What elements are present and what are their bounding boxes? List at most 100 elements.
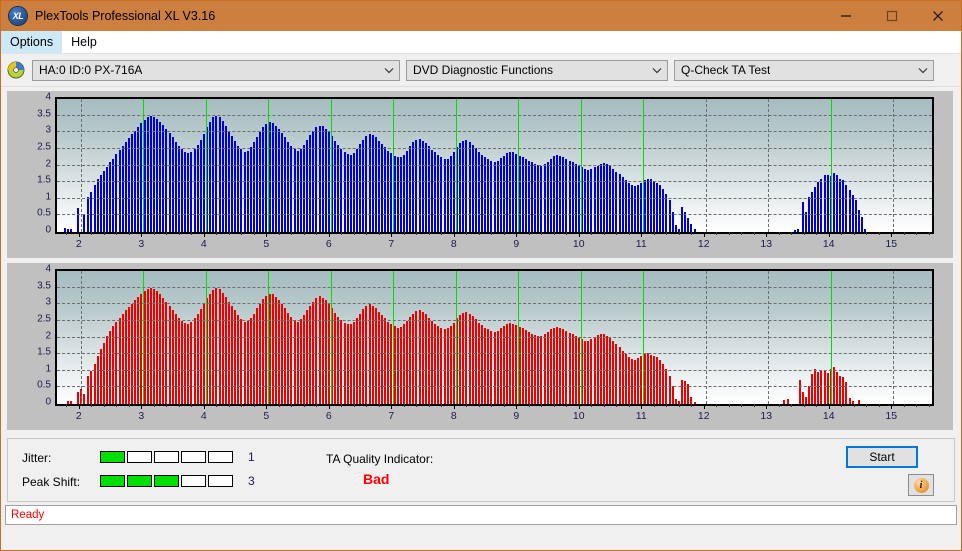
chart-bar <box>246 150 249 232</box>
chart-bar <box>427 146 430 232</box>
x-tick <box>641 404 643 409</box>
chart-bar <box>115 153 118 232</box>
chart-bar <box>659 360 662 404</box>
x-tick-minor <box>478 404 480 407</box>
chart-bar <box>565 330 568 404</box>
gridline-horizontal <box>57 131 932 133</box>
y-tick-label: 2 <box>45 158 51 169</box>
chart-bar <box>324 300 327 404</box>
chart-bar <box>421 140 424 232</box>
chart-bar <box>437 154 440 232</box>
chart-bar <box>371 134 374 232</box>
chart-bar <box>377 311 380 404</box>
jitter-meter <box>100 451 233 463</box>
toolbar: HA:0 ID:0 PX-716A DVD Diagnostic Functio… <box>1 54 961 87</box>
x-tick-minor <box>191 232 193 235</box>
marker-line <box>518 99 520 232</box>
x-tick-label: 7 <box>388 410 395 422</box>
x-tick-minor <box>628 232 630 235</box>
chart-bar <box>243 321 246 404</box>
y-axis-labels-red: 0 0.5 1 1.5 2 2.5 3 3.5 4 <box>17 263 51 430</box>
x-tick-label: 8 <box>450 410 457 422</box>
x-tick-label: 15 <box>885 238 898 250</box>
test-select[interactable]: Q-Check TA Test <box>674 59 934 81</box>
x-tick-minor <box>728 232 730 235</box>
x-tick-minor <box>166 232 168 235</box>
menu-item-options[interactable]: Options <box>1 31 63 53</box>
menu-item-help[interactable]: Help <box>62 31 106 53</box>
x-tick <box>703 232 705 237</box>
chart-bar <box>814 187 817 232</box>
chart-bar <box>409 316 412 404</box>
chart-bar <box>127 138 130 232</box>
peak-shift-label: Peak Shift: <box>22 475 81 489</box>
marker-line <box>330 99 332 232</box>
chart-bar <box>499 158 502 232</box>
chart-bar <box>631 359 633 404</box>
chart-bar <box>681 207 683 232</box>
y-tick-label: 1.5 <box>37 346 51 358</box>
minimize-icon[interactable] <box>823 1 869 31</box>
gridline-horizontal <box>57 197 932 199</box>
chart-bar <box>568 160 571 232</box>
chart-bar <box>290 145 293 232</box>
x-tick-minor <box>916 404 918 407</box>
chart-bar <box>412 313 415 404</box>
marker-line <box>455 99 457 232</box>
x-tick-minor <box>741 404 743 407</box>
x-tick <box>578 404 580 409</box>
marker-line <box>205 271 207 404</box>
chart-bar <box>624 354 627 404</box>
chart-bar <box>490 330 493 404</box>
chart-bar <box>854 200 857 232</box>
info-button[interactable]: i <box>908 474 934 496</box>
chart-bar <box>640 182 643 232</box>
x-tick-minor <box>353 232 355 235</box>
drive-select[interactable]: HA:0 ID:0 PX-716A <box>32 59 400 81</box>
x-tick-minor <box>716 232 718 235</box>
chart-bar <box>246 320 249 404</box>
chart-bar <box>627 182 630 232</box>
chart-bar <box>124 142 127 232</box>
x-tick-label: 14 <box>822 238 835 250</box>
x-tick-minor <box>353 404 355 407</box>
window-controls <box>823 1 961 31</box>
chart-bar <box>140 122 143 232</box>
chart-bar <box>823 370 826 404</box>
chart-bar <box>402 154 405 232</box>
chart-bar <box>462 140 465 232</box>
y-tick-label: 0 <box>45 396 51 408</box>
chart-bar <box>465 311 468 404</box>
x-tick <box>141 232 143 237</box>
charts-area: 0 0.5 1 1.5 2 2.5 3 3.5 4 2 3 4 5 6 7 8 9 10 11 12 13 14 15 0… <box>1 87 961 435</box>
x-tick-minor <box>316 404 318 407</box>
function-select[interactable]: DVD Diagnostic Functions <box>406 59 668 81</box>
start-button[interactable]: Start <box>846 446 918 468</box>
chart-bar <box>299 148 302 232</box>
chart-bar <box>599 333 602 404</box>
x-tick <box>578 232 580 237</box>
chart-bar <box>306 139 308 232</box>
chart-bar <box>449 325 452 404</box>
close-icon[interactable] <box>915 1 961 31</box>
chart-bar <box>174 141 177 232</box>
chart-bar <box>521 157 524 232</box>
chart-bar <box>396 157 399 232</box>
chart-bar <box>184 322 187 404</box>
maximize-icon[interactable] <box>869 1 915 31</box>
chart-bar <box>256 308 258 404</box>
window-title: PlexTools Professional XL V3.16 <box>35 9 216 23</box>
ta-quality-label: TA Quality Indicator: <box>326 452 434 466</box>
chart-bar <box>384 318 387 404</box>
chart-bar <box>387 150 390 232</box>
y-tick-label: 0 <box>45 224 51 236</box>
chart-bar <box>409 146 412 232</box>
y-tick-label: 4 <box>45 91 51 103</box>
chart-bar <box>352 321 355 404</box>
x-tick-label: 5 <box>263 410 270 422</box>
y-tick-label: 1 <box>45 191 51 203</box>
chart-bar <box>302 314 305 404</box>
x-tick-label: 9 <box>513 410 520 422</box>
chart-bar <box>596 165 599 232</box>
chart-bar <box>334 312 337 404</box>
